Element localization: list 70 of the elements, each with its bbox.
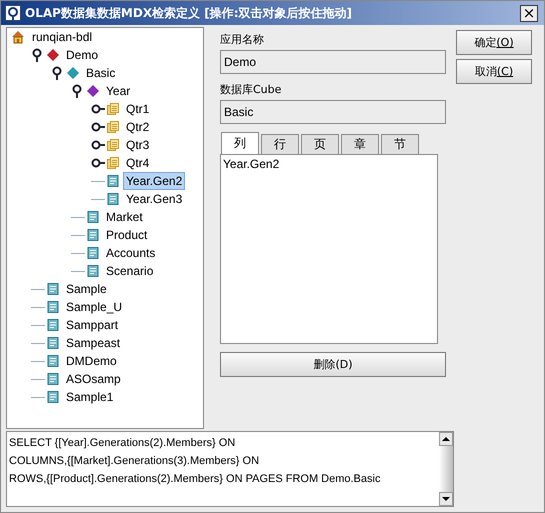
query-line: SELECT {[Year].Generations(2).Members} ON: [9, 436, 236, 451]
collapsed-handle-icon[interactable]: [91, 102, 105, 116]
tree-item[interactable]: Product: [103, 226, 150, 244]
collapsed-handle-icon[interactable]: [91, 120, 105, 134]
delete-button[interactable]: 删除(D): [220, 352, 446, 377]
tree-item[interactable]: Qtr2: [123, 118, 152, 136]
tab[interactable]: 节: [381, 134, 419, 154]
field-label: 数据库Cube: [220, 82, 282, 98]
field-label: 应用名称: [220, 32, 265, 48]
tree-item[interactable]: DMDemo: [63, 352, 120, 370]
query-text-area[interactable]: SELECT {[Year].Generations(2).Members} ON COLUMNS,{[Market].Generations(3).Members} ON ROWS,{[Product].Generations(2).Members} ON PAGES FROM Demo.Basic: [6, 431, 454, 507]
tree-item[interactable]: Qtr3: [123, 136, 152, 154]
tree-item[interactable]: Market: [103, 208, 146, 226]
house-icon: [11, 30, 25, 44]
pages-icon: [107, 157, 119, 169]
app-name-field[interactable]: Demo: [220, 50, 446, 74]
tree-item[interactable]: Sampeast: [63, 334, 124, 352]
tree-item[interactable]: Demo: [63, 46, 102, 64]
scrollbar[interactable]: [439, 432, 453, 506]
cube-field[interactable]: Basic: [220, 100, 446, 124]
pages-icon: [107, 139, 119, 151]
tree-item[interactable]: Sample_U: [63, 298, 126, 316]
tree-item[interactable]: Samppart: [63, 316, 122, 334]
document-icon: [87, 229, 99, 241]
document-icon: [107, 175, 119, 187]
tree-item[interactable]: runqian-bdl: [29, 28, 96, 46]
tree-item[interactable]: Sample1: [63, 388, 116, 406]
document-icon: [107, 193, 119, 205]
tree-item[interactable]: Qtr1: [123, 100, 152, 118]
window-title: OLAP数据集数据MDX检索定义 [操作:双击对象后按住拖动]: [25, 4, 354, 22]
tab[interactable]: 章: [341, 134, 379, 154]
tree-item[interactable]: Year.Gen3: [123, 190, 186, 208]
scroll-up-icon[interactable]: [439, 432, 453, 446]
scroll-thumb[interactable]: [439, 446, 453, 492]
document-icon: [47, 283, 59, 295]
document-icon: [47, 337, 59, 349]
document-icon: [47, 373, 59, 385]
close-button[interactable]: ×: [520, 4, 538, 22]
tree-item[interactable]: Basic: [83, 64, 118, 82]
document-icon: [47, 301, 59, 313]
document-icon: [87, 247, 99, 259]
tree-item[interactable]: ASOsamp: [63, 370, 124, 388]
tree-item[interactable]: Scenario: [103, 262, 156, 280]
tab[interactable]: 行: [261, 134, 299, 154]
document-icon: [47, 319, 59, 331]
query-line: ROWS,{[Product].Generations(2).Members} ON PAGES FROM Demo.Basic: [9, 472, 382, 487]
document-icon: [87, 211, 99, 223]
diamond-icon: [67, 67, 79, 79]
pages-icon: [107, 121, 119, 133]
tab[interactable]: 列: [221, 132, 259, 154]
collapsed-handle-icon[interactable]: [91, 156, 105, 170]
document-icon: [87, 265, 99, 277]
diamond-icon: [47, 49, 59, 61]
tree-item[interactable]: Year: [103, 82, 134, 100]
list-item[interactable]: Year.Gen2: [223, 157, 280, 171]
collapsed-handle-icon[interactable]: [91, 138, 105, 152]
tab[interactable]: 页: [301, 134, 339, 154]
document-icon: [47, 391, 59, 403]
dialog-button[interactable]: 取消(C): [456, 59, 532, 84]
tree-item[interactable]: Year.Gen2: [123, 172, 186, 190]
tree-item[interactable]: Sample: [63, 280, 110, 298]
pages-icon: [107, 103, 119, 115]
tree-item[interactable]: Accounts: [103, 244, 158, 262]
document-icon: [47, 355, 59, 367]
tree-item[interactable]: Qtr4: [123, 154, 152, 172]
dialog-button[interactable]: 确定(O): [456, 30, 532, 55]
app-icon: [5, 5, 21, 21]
diamond-icon: [87, 85, 99, 97]
scroll-down-icon[interactable]: [439, 492, 453, 506]
query-line: COLUMNS,{[Market].Generations(3).Members} ON: [9, 454, 260, 469]
